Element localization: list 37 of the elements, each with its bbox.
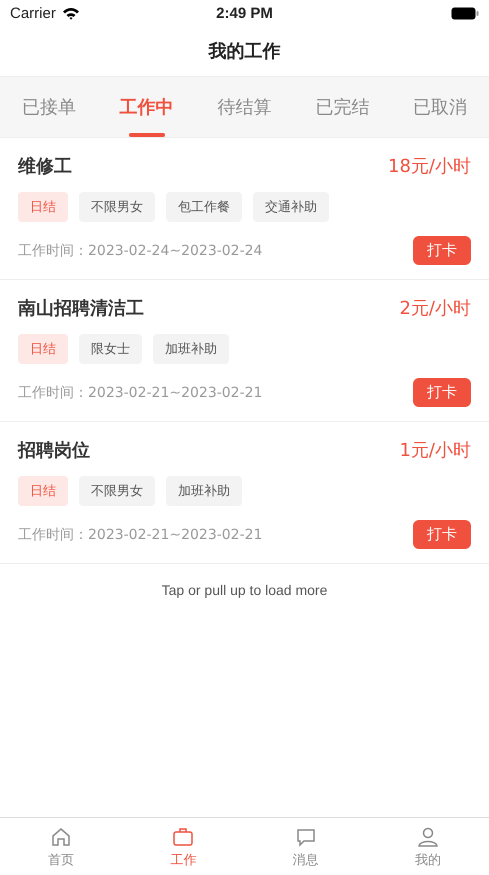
page-title: 我的工作 (208, 40, 280, 63)
status-time: 2:49 PM (216, 4, 273, 22)
job-tag: 加班补助 (166, 476, 242, 506)
job-tag: 不限男女 (79, 192, 155, 222)
check-in-button[interactable]: 打卡 (413, 378, 471, 407)
job-title: 招聘岗位 (18, 439, 90, 462)
status-tab[interactable]: 工作中 (116, 77, 178, 137)
battery-icon (451, 6, 479, 20)
job-tag: 限女士 (79, 334, 142, 364)
job-tag: 包工作餐 (166, 192, 242, 222)
carrier-label: Carrier (10, 4, 56, 22)
work-time: 工作时间：2023-02-24~2023-02-24 (18, 242, 262, 260)
check-in-button[interactable]: 打卡 (413, 236, 471, 265)
status-tab[interactable]: 已取消 (409, 77, 472, 137)
tab-bar-item[interactable]: 我的 (366, 818, 489, 875)
job-tag: 日结 (18, 476, 68, 506)
load-more-text[interactable]: Tap or pull up to load more (0, 564, 489, 616)
job-tag: 日结 (18, 334, 68, 364)
tab-bar-item[interactable]: 工作 (122, 818, 244, 875)
job-tag: 加班补助 (153, 334, 229, 364)
pay-rate: 1元/小时 (399, 439, 471, 462)
tab-bar-item[interactable]: 首页 (0, 818, 122, 875)
pay-rate: 18元/小时 (388, 155, 471, 178)
work-time: 工作时间：2023-02-21~2023-02-21 (18, 526, 262, 544)
job-title: 维修工 (18, 155, 72, 178)
job-title: 南山招聘清洁工 (18, 297, 144, 320)
check-in-button[interactable]: 打卡 (413, 520, 471, 549)
job-tag: 不限男女 (79, 476, 155, 506)
work-time: 工作时间：2023-02-21~2023-02-21 (18, 384, 262, 402)
job-tag: 交通补助 (253, 192, 329, 222)
status-tab[interactable]: 已接单 (18, 77, 80, 137)
tab-bar-item[interactable]: 消息 (244, 818, 367, 875)
status-tab[interactable]: 待结算 (213, 77, 276, 137)
status-tab[interactable]: 已完结 (311, 77, 374, 137)
job-tag: 日结 (18, 192, 68, 222)
pay-rate: 2元/小时 (399, 297, 471, 320)
wifi-icon (62, 6, 80, 20)
